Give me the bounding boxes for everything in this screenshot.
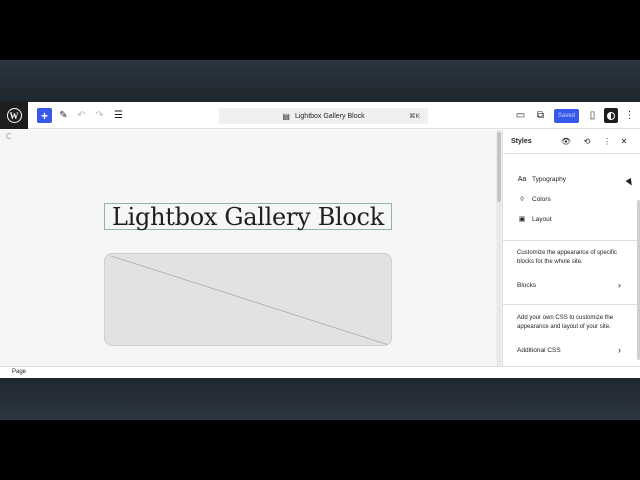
sidebar-item-colors[interactable]: ◊ Colors bbox=[517, 192, 551, 206]
half-circle-icon bbox=[607, 111, 615, 120]
revisions-history-icon[interactable]: ⟲ bbox=[582, 136, 592, 146]
video-band-bottom bbox=[0, 378, 640, 420]
layout-icon: ▣ bbox=[518, 216, 526, 223]
sidebar-item-label: Typography bbox=[532, 175, 566, 183]
gallery-placeholder-block[interactable] bbox=[104, 253, 392, 346]
page-heading[interactable]: Lightbox Gallery Block bbox=[112, 203, 384, 231]
tools-pencil-icon[interactable]: ✎ bbox=[56, 108, 71, 123]
sidebar-item-label: Colors bbox=[532, 195, 551, 203]
undo-icon[interactable]: ↶ bbox=[74, 108, 89, 123]
document-title-bar[interactable]: ▤ Lightbox Gallery Block ⌘K bbox=[219, 108, 428, 124]
chevron-right-icon: › bbox=[618, 345, 621, 355]
sidebar-item-label: Layout bbox=[532, 215, 552, 223]
mouse-cursor-icon bbox=[625, 177, 635, 188]
saved-button[interactable]: Saved bbox=[554, 109, 579, 123]
video-band-top bbox=[0, 60, 640, 102]
chevron-right-icon: › bbox=[618, 280, 621, 290]
blocks-link[interactable]: Blocks › bbox=[517, 279, 621, 291]
sidebar-title: Styles bbox=[511, 138, 532, 145]
styles-sidebar: Styles 👁 ⟲ ⋮ ✕ Aa Typography ◊ Colors ▣ … bbox=[502, 130, 640, 366]
style-book-eye-icon[interactable]: 👁 bbox=[561, 136, 571, 146]
wordpress-logo-button[interactable]: W bbox=[0, 102, 28, 129]
list-view-icon[interactable]: ☰ bbox=[111, 108, 126, 123]
editor-toolbar: W + ✎ ↶ ↷ ☰ ▤ Lightbox Gallery Block ⌘K … bbox=[0, 102, 640, 129]
blocks-description: Customize the appearance of specific blo… bbox=[517, 250, 618, 265]
document-title: Lightbox Gallery Block bbox=[294, 112, 365, 120]
site-editor: W + ✎ ↶ ↷ ☰ ▤ Lightbox Gallery Block ⌘K … bbox=[0, 102, 640, 378]
typography-icon: Aa bbox=[517, 175, 527, 183]
add-block-button[interactable]: + bbox=[37, 108, 52, 123]
options-more-icon[interactable]: ⋮ bbox=[622, 108, 637, 123]
additional-css-description: Add your own CSS to customize the appear… bbox=[517, 315, 614, 330]
divider bbox=[503, 240, 637, 241]
blocks-label: Blocks bbox=[517, 281, 537, 289]
additional-css-label: Additional CSS bbox=[517, 346, 561, 354]
block-breadcrumb-bar: Page bbox=[0, 366, 640, 378]
editor-canvas: Lightbox Gallery Block bbox=[0, 130, 502, 366]
sidebar-item-layout[interactable]: ▣ Layout bbox=[517, 212, 552, 226]
sidebar-item-typography[interactable]: Aa Typography bbox=[517, 172, 566, 186]
styles-toggle-button[interactable] bbox=[604, 108, 618, 123]
close-icon[interactable]: ✕ bbox=[619, 136, 629, 146]
canvas-scrollbar[interactable] bbox=[497, 130, 501, 366]
desktop-preview-icon[interactable]: ▭ bbox=[513, 108, 528, 123]
additional-css-link[interactable]: Additional CSS › bbox=[517, 344, 621, 356]
heading-block[interactable]: Lightbox Gallery Block bbox=[104, 203, 392, 231]
view-site-external-icon[interactable]: ⧉ bbox=[533, 108, 548, 123]
colors-droplet-icon: ◊ bbox=[520, 195, 524, 203]
command-shortcut: ⌘K bbox=[409, 113, 420, 120]
page-icon: ▤ bbox=[282, 111, 290, 121]
settings-sidebar-icon[interactable]: ▯ bbox=[585, 108, 600, 123]
canvas-scroll-thumb[interactable] bbox=[497, 132, 501, 202]
divider bbox=[503, 304, 637, 305]
wordpress-logo-icon: W bbox=[6, 108, 22, 123]
more-actions-icon[interactable]: ⋮ bbox=[602, 136, 612, 146]
canvas-content[interactable]: Lightbox Gallery Block bbox=[0, 130, 496, 366]
placeholder-diagonal bbox=[110, 255, 390, 345]
breadcrumb-page[interactable]: Page bbox=[12, 369, 26, 375]
sidebar-header: Styles 👁 ⟲ ⋮ ✕ bbox=[503, 130, 640, 154]
redo-icon[interactable]: ↷ bbox=[92, 108, 107, 123]
loading-spinner-icon bbox=[6, 133, 12, 139]
